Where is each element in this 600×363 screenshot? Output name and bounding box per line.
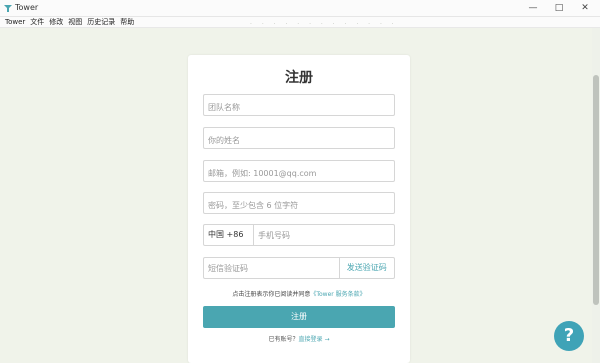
login-link[interactable]: 直接登录 → <box>299 336 330 343</box>
phone-field: 中国 +86 <box>203 224 395 246</box>
password-input[interactable] <box>204 195 394 216</box>
team-name-field <box>203 94 395 118</box>
email-field <box>203 160 395 184</box>
faded-background-text: · · · · · · · · · · · · · <box>250 21 398 28</box>
email-input[interactable] <box>204 163 394 184</box>
password-field <box>203 192 395 216</box>
close-button[interactable]: ✕ <box>572 0 598 16</box>
menu-file[interactable]: 文件 <box>30 17 44 27</box>
register-submit-button[interactable]: 注册 <box>203 306 395 328</box>
team-name-input[interactable] <box>204 97 394 118</box>
maximize-button[interactable]: □ <box>546 0 572 16</box>
menu-history[interactable]: 历史记录 <box>87 17 115 27</box>
minimize-button[interactable]: — <box>520 0 546 16</box>
tower-logo-icon <box>4 5 12 12</box>
menu-edit[interactable]: 修改 <box>49 17 63 27</box>
title-bar: Tower — □ ✕ <box>0 0 600 17</box>
menu-tower[interactable]: Tower <box>5 17 25 27</box>
login-prompt-text: 已有账号？ <box>268 336 299 343</box>
menu-help[interactable]: 帮助 <box>120 17 134 27</box>
sms-code-field: 发送验证码 <box>203 257 395 279</box>
your-name-input[interactable] <box>204 130 394 151</box>
your-name-field <box>203 127 395 151</box>
country-code-select[interactable]: 中国 +86 <box>204 225 254 245</box>
terms-notice: 点击注册表示你已阅读并同意《Tower 服务条款》 <box>188 290 410 299</box>
send-code-button[interactable]: 发送验证码 <box>338 258 394 278</box>
terms-link[interactable]: 《Tower 服务条款》 <box>310 291 365 298</box>
login-prompt: 已有账号？直接登录 → <box>188 335 410 344</box>
menu-view[interactable]: 视图 <box>68 17 82 27</box>
window-title: Tower <box>15 3 39 12</box>
scrollbar-thumb[interactable] <box>593 75 599 305</box>
register-heading: 注册 <box>285 70 313 86</box>
phone-input[interactable] <box>254 225 394 245</box>
terms-text: 点击注册表示你已阅读并同意 <box>232 291 311 298</box>
help-button[interactable]: ? <box>554 321 584 351</box>
register-card: 注册 中国 +86 发送验证码 点击注册表示你已阅读并同意《Tower 服务条款… <box>188 55 410 363</box>
sms-code-input[interactable] <box>204 258 339 278</box>
